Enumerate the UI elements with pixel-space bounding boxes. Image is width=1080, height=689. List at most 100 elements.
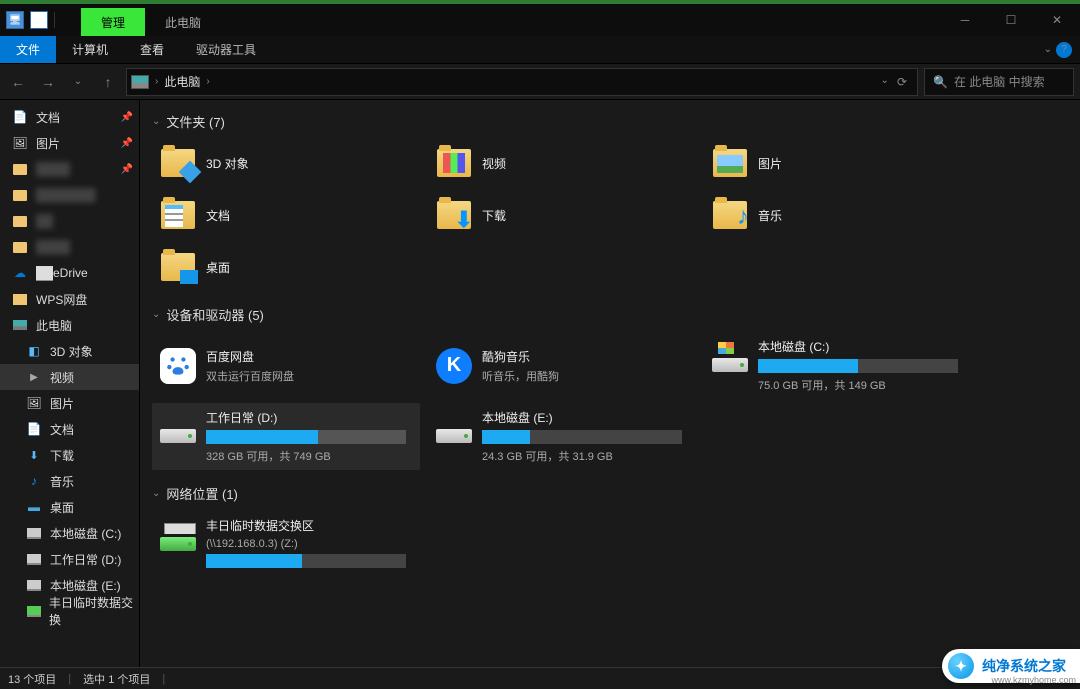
drive-item[interactable]: 本地磁盘 (E:)24.3 GB 可用，共 31.9 GB [428,403,696,470]
sidebar-item-label: 桌面 [50,499,74,516]
folder-item[interactable]: 3D 对象 [152,139,420,187]
sidebar-item[interactable]: 视频 [0,364,139,390]
sidebar-item[interactable]: 图片 [0,390,139,416]
app-item[interactable]: 百度网盘双击运行百度网盘 [152,332,420,399]
sidebar-item[interactable]: 音乐 [0,468,139,494]
sidebar-item-label: 工作日常 (D:) [50,551,121,568]
item-name: 工作日常 (D:) [206,409,406,426]
sidebar-item[interactable]: ██ [0,208,139,234]
folder-item[interactable]: 下载 [428,191,696,239]
doc-icon [12,109,28,125]
drive-icon [160,411,196,447]
content-pane: ⌄文件夹 (7) 3D 对象 视频图片文档下载音乐桌面 ⌄设备和驱动器 (5) 百度网盘… [140,100,1080,667]
separator: | [68,673,71,685]
net-icon [26,603,41,619]
sidebar-item[interactable]: 文档 [0,416,139,442]
ribbon-computer[interactable]: 计算机 [56,36,124,63]
sidebar-item[interactable]: 桌面 [0,494,139,520]
folder-icon [12,213,28,229]
sidebar-item-label: 文档 [50,421,74,438]
tab-manage[interactable]: 管理 [81,8,145,36]
folder-item[interactable]: 文档 [152,191,420,239]
sidebar-item[interactable]: 3D 对象 [0,338,139,364]
3d-icon [26,343,42,359]
navigation-bar: ← → ⌄ ↑ › 此电脑 › ⌄ ⟳ 🔍 在 此电脑 中搜索 [0,64,1080,100]
cloud-icon [12,265,28,281]
window-controls: ─ ☐ ✕ [942,4,1080,36]
folder-item[interactable]: 音乐 [704,191,972,239]
item-name: 酷狗音乐 [482,348,559,365]
ribbon-drive-tools[interactable]: 驱动器工具 [180,36,272,63]
network-drive-item[interactable]: 丰日临时数据交换区(\\192.168.0.3) (Z:) [152,511,420,574]
group-header[interactable]: ⌄网络位置 (1) [152,484,1068,503]
sidebar-item[interactable]: 本地磁盘 (C:) [0,520,139,546]
sidebar-item[interactable]: 图片📌 [0,130,139,156]
app-icon: K [436,348,472,384]
sidebar-item[interactable]: WPS网盘 [0,286,139,312]
sidebar-item[interactable]: ████📌 [0,156,139,182]
sidebar-item[interactable]: 此电脑 [0,312,139,338]
address-dropdown-icon[interactable]: ⌄ [881,75,889,89]
folders-grid: 3D 对象 视频图片文档下载音乐桌面 [152,139,972,291]
capacity-text: 75.0 GB 可用，共 149 GB [758,377,958,393]
drive-item[interactable]: 工作日常 (D:)328 GB 可用，共 749 GB [152,403,420,470]
folder-item[interactable]: 视频 [428,139,696,187]
ribbon-collapse-icon[interactable]: ⌄ [1044,44,1052,55]
back-button[interactable]: ← [6,70,30,94]
navigation-pane: 文档📌图片📌████📌███████████████eDriveWPS网盘此电脑… [0,100,140,667]
item-path: (\\192.168.0.3) (Z:) [206,538,406,550]
separator [54,12,55,28]
sidebar-item-label: 下载 [50,447,74,464]
history-dropdown[interactable]: ⌄ [66,70,90,94]
item-name: 3D 对象 [206,155,249,172]
capacity-bar [482,430,682,444]
sidebar-item[interactable]: ████ [0,234,139,260]
item-name: 百度网盘 [206,348,294,365]
sidebar-item[interactable]: 丰日临时数据交换 [0,598,139,624]
folder-item[interactable]: 图片 [704,139,972,187]
folder-icon [436,145,472,181]
folder-item[interactable]: 桌面 [152,243,420,291]
folder-icon [12,187,28,203]
sidebar-item[interactable]: ███████ [0,182,139,208]
drive-icon [436,411,472,447]
sidebar-item[interactable]: ██eDrive [0,260,139,286]
ribbon-file[interactable]: 文件 [0,36,56,63]
group-header[interactable]: ⌄设备和驱动器 (5) [152,305,1068,324]
folder-icon [12,239,28,255]
doc-icon [26,421,42,437]
sidebar-item[interactable]: 文档📌 [0,104,139,130]
up-button[interactable]: ↑ [96,70,120,94]
qat-properties-icon[interactable] [30,11,48,29]
forward-button[interactable]: → [36,70,60,94]
search-placeholder: 在 此电脑 中搜索 [954,73,1045,90]
drive-icon [712,340,748,376]
ribbon-view[interactable]: 查看 [124,36,180,63]
sidebar-item[interactable]: 工作日常 (D:) [0,546,139,572]
pin-icon: 📌 [121,164,133,175]
item-subtitle: 双击运行百度网盘 [206,368,294,384]
capacity-text: 24.3 GB 可用，共 31.9 GB [482,448,682,464]
sidebar-item[interactable]: 下载 [0,442,139,468]
address-bar[interactable]: › 此电脑 › ⌄ ⟳ [126,68,918,96]
sidebar-item-label: 图片 [50,395,74,412]
close-button[interactable]: ✕ [1034,4,1080,36]
refresh-icon[interactable]: ⟳ [897,75,907,89]
drive-item[interactable]: 本地磁盘 (C:)75.0 GB 可用，共 149 GB [704,332,972,399]
breadcrumb[interactable]: 此电脑 [164,73,200,90]
minimize-button[interactable]: ─ [942,4,988,36]
wps-icon [12,291,28,307]
maximize-button[interactable]: ☐ [988,4,1034,36]
folder-icon [12,161,28,177]
group-header[interactable]: ⌄文件夹 (7) [152,112,1068,131]
app-icon[interactable]: 🖥 [6,11,24,29]
pic-icon [12,135,28,151]
app-item[interactable]: K 酷狗音乐听音乐，用酷狗 [428,332,696,399]
item-subtitle: 听音乐，用酷狗 [482,368,559,384]
item-name: 桌面 [206,259,230,276]
music-icon [26,473,42,489]
tab-this-pc[interactable]: 此电脑 [145,8,221,36]
search-box[interactable]: 🔍 在 此电脑 中搜索 [924,68,1074,96]
network-grid: 丰日临时数据交换区(\\192.168.0.3) (Z:) [152,511,972,574]
help-icon[interactable]: ? [1056,42,1072,58]
